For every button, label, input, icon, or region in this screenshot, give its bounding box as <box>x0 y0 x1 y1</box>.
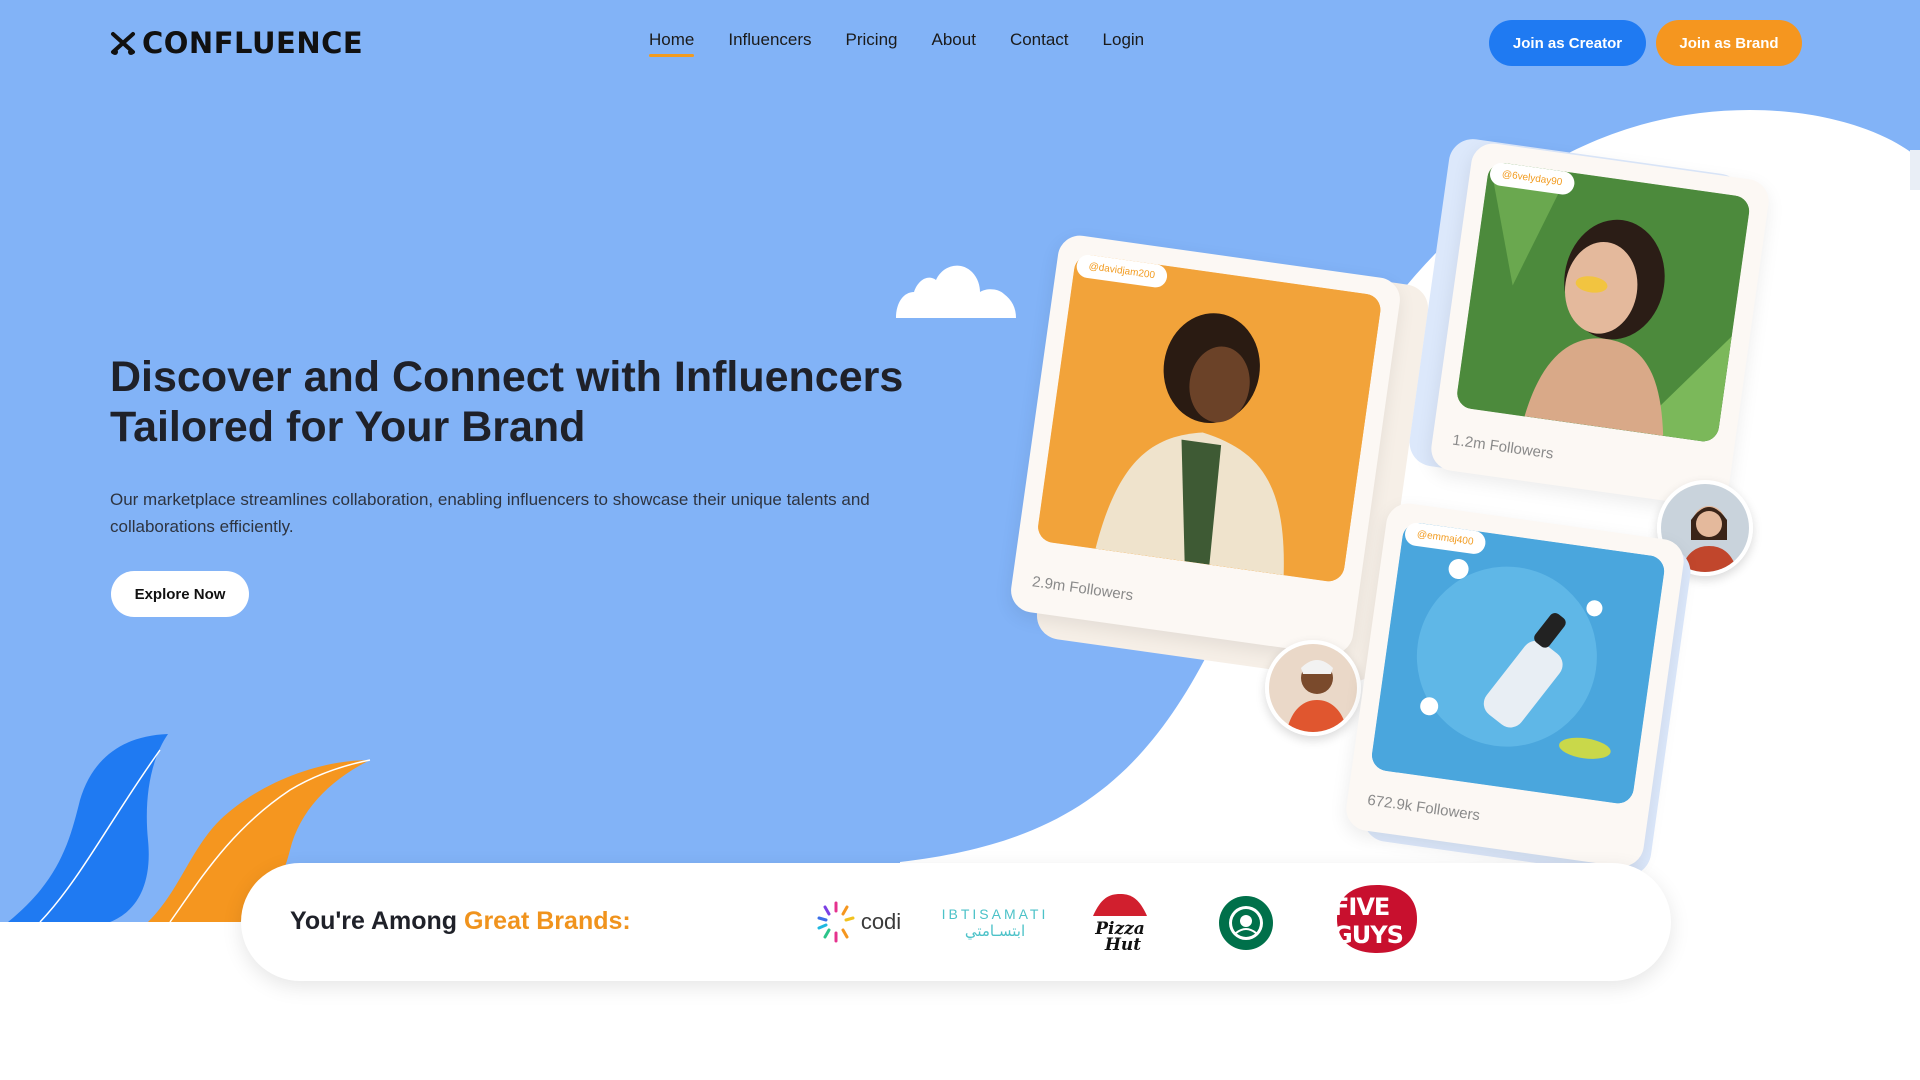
nav-contact[interactable]: Contact <box>1010 30 1069 54</box>
explore-now-button[interactable]: Explore Now <box>111 571 249 617</box>
follower-count: 1.2m Followers <box>1451 431 1555 463</box>
brands-title-prefix: You're Among <box>290 907 464 935</box>
ibtisamati-text: IBTISAMATI <box>941 906 1049 922</box>
starbucks-logo-icon <box>1219 896 1273 950</box>
brand-logo-pizza-hut: Pizza Hut <box>1086 889 1154 955</box>
cloud-decoration <box>896 265 1016 318</box>
hero-title: Discover and Connect with Influencers Ta… <box>110 352 930 452</box>
influencer-card[interactable]: @emmaj400 672.9k Followers <box>1343 500 1687 870</box>
svg-text:Hut: Hut <box>1104 935 1141 954</box>
brand-logo-five-guys: FIVE GUYS <box>1333 883 1421 959</box>
hero-description: Our marketplace streamlines collaboratio… <box>110 490 870 536</box>
nav-login[interactable]: Login <box>1103 30 1145 54</box>
follower-count: 2.9m Followers <box>1031 573 1135 605</box>
join-as-brand-button[interactable]: Join as Brand <box>1656 20 1802 66</box>
brand-logo-starbucks <box>1216 893 1276 953</box>
ibtisamati-arabic-text: ابتسـامتي <box>964 922 1026 940</box>
logo[interactable]: CONFLUENCE <box>110 26 363 60</box>
influencer-card[interactable]: @davidjam200 2.9m Followers <box>1008 232 1403 658</box>
main-nav: Home Influencers Pricing About Contact L… <box>649 30 1145 57</box>
nav-influencers[interactable]: Influencers <box>728 30 811 54</box>
brand-logo-ibtisamati: IBTISAMATI ابتسـامتي <box>935 901 1055 945</box>
nav-pricing[interactable]: Pricing <box>846 30 898 54</box>
nav-about[interactable]: About <box>932 30 976 54</box>
pizza-hut-logo-icon: Pizza Hut <box>1093 894 1147 954</box>
site-header: CONFLUENCE Home Influencers Pricing Abou… <box>0 0 1920 88</box>
codi-icon <box>817 901 855 943</box>
brands-title: You're Among Great Brands: <box>290 907 631 936</box>
avatar <box>1265 640 1361 736</box>
brands-bar: You're Among Great Brands: codi IBTISAMA… <box>241 863 1671 981</box>
brand-logo-codi: codi <box>813 897 903 947</box>
influencer-photo <box>1369 521 1667 806</box>
influencer-photo <box>1455 161 1752 444</box>
influencer-photo <box>1036 253 1383 584</box>
logo-icon <box>111 32 135 55</box>
nav-home[interactable]: Home <box>649 30 695 57</box>
hero-title-line1: Discover and Connect with Influencers <box>110 353 904 401</box>
logo-text: CONFLUENCE <box>142 26 364 60</box>
brands-title-accent: Great Brands: <box>464 907 631 935</box>
influencer-card[interactable]: @6velyday90 1.2m Followers <box>1428 140 1772 510</box>
five-guys-text: FIVE GUYS <box>1333 893 1404 949</box>
hero-title-line2: Tailored for Your Brand <box>110 403 586 451</box>
codi-text: codi <box>860 909 902 934</box>
join-as-creator-button[interactable]: Join as Creator <box>1489 20 1646 66</box>
follower-count: 672.9k Followers <box>1366 791 1482 825</box>
